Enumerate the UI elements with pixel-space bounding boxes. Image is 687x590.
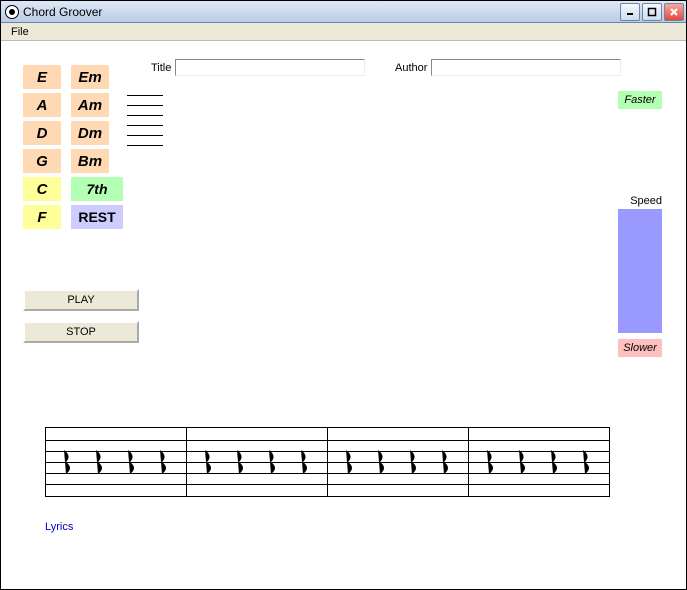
title-label: Title xyxy=(151,62,171,74)
titlebar: Chord Groover xyxy=(1,1,686,23)
app-icon xyxy=(5,5,19,19)
rest-icon xyxy=(438,448,454,476)
client-area: E A D G C F Em Am Dm Bm 7th REST Title A… xyxy=(1,41,686,589)
title-input[interactable] xyxy=(175,59,365,76)
chord-column-minor: Em Am Dm Bm 7th REST xyxy=(71,65,123,229)
chord-am[interactable]: Am xyxy=(71,93,109,117)
faster-button[interactable]: Faster xyxy=(618,91,662,109)
chord-dm[interactable]: Dm xyxy=(71,121,109,145)
music-sheet xyxy=(45,427,610,497)
speed-bar[interactable] xyxy=(618,209,662,333)
bar-4 xyxy=(469,428,609,496)
rest-icon xyxy=(201,448,217,476)
rest-icon xyxy=(297,448,313,476)
stop-button[interactable]: STOP xyxy=(23,321,139,343)
rest-icon xyxy=(515,448,531,476)
notes xyxy=(328,428,468,496)
notes xyxy=(187,428,327,496)
notes xyxy=(46,428,186,496)
slower-button[interactable]: Slower xyxy=(618,339,662,357)
lyrics-link[interactable]: Lyrics xyxy=(45,521,73,533)
rest-icon xyxy=(60,448,76,476)
rest-icon xyxy=(265,448,281,476)
close-button[interactable] xyxy=(664,3,684,21)
minimize-button[interactable] xyxy=(620,3,640,21)
chord-bm[interactable]: Bm xyxy=(71,149,109,173)
staff-lines-icon xyxy=(127,95,163,155)
notes xyxy=(469,428,609,496)
rest-icon xyxy=(547,448,563,476)
author-field-row: Author xyxy=(395,59,621,76)
author-input[interactable] xyxy=(431,59,621,76)
bar-3 xyxy=(328,428,469,496)
menu-file[interactable]: File xyxy=(5,25,35,39)
play-button[interactable]: PLAY xyxy=(23,289,139,311)
rest-icon xyxy=(406,448,422,476)
title-field-row: Title xyxy=(151,59,365,76)
chord-7th[interactable]: 7th xyxy=(71,177,123,201)
menubar: File xyxy=(1,23,686,41)
rest-icon xyxy=(124,448,140,476)
rest-icon xyxy=(156,448,172,476)
rest-icon xyxy=(233,448,249,476)
chord-c[interactable]: C xyxy=(23,177,61,201)
bar-2 xyxy=(187,428,328,496)
chord-f[interactable]: F xyxy=(23,205,61,229)
bar-1 xyxy=(46,428,187,496)
chord-rest[interactable]: REST xyxy=(71,205,123,229)
author-label: Author xyxy=(395,62,427,74)
app-window: Chord Groover File E A D G C F Em Am xyxy=(0,0,687,590)
chord-a[interactable]: A xyxy=(23,93,61,117)
rest-icon xyxy=(483,448,499,476)
rest-icon xyxy=(92,448,108,476)
chord-e[interactable]: E xyxy=(23,65,61,89)
rest-icon xyxy=(374,448,390,476)
chord-em[interactable]: Em xyxy=(71,65,109,89)
chord-g[interactable]: G xyxy=(23,149,61,173)
chord-d[interactable]: D xyxy=(23,121,61,145)
maximize-button[interactable] xyxy=(642,3,662,21)
rest-icon xyxy=(342,448,358,476)
window-title: Chord Groover xyxy=(23,5,620,19)
rest-icon xyxy=(579,448,595,476)
chord-column-major: E A D G C F xyxy=(23,65,61,229)
speed-label: Speed xyxy=(630,195,662,207)
window-buttons xyxy=(620,3,684,21)
